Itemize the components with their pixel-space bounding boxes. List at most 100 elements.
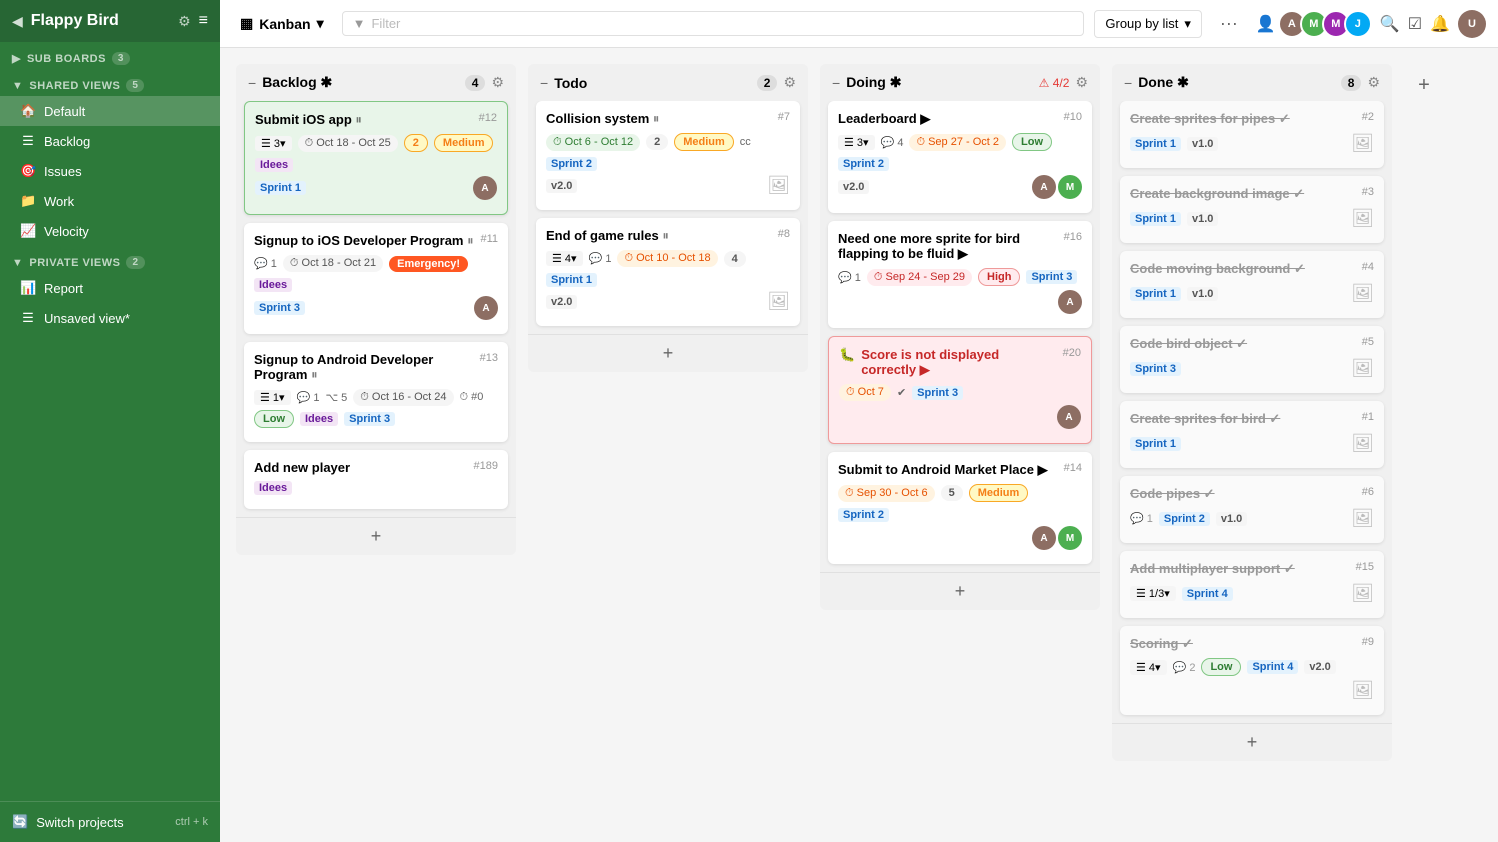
done6-img-icon: 🖼 [1351, 508, 1374, 528]
card-scoring[interactable]: Scoring ✓ #9 ☰ 4▾ 💬 2 Low Sprint 4 v2.0 … [1120, 626, 1384, 715]
doing4-avatar2: M [1058, 526, 1082, 550]
sidebar-item-velocity[interactable]: 📈 Velocity [0, 216, 220, 246]
card-end-of-game[interactable]: End of game rules ⏸ #8 ☰ 4▾ 💬 1 ⏱ Oct 10… [536, 218, 800, 326]
todo-add-card[interactable]: + [528, 334, 808, 372]
column-done-header: − Done ✱ 8 ⚙ [1112, 64, 1392, 101]
done8-img-icon: 🖼 [1351, 680, 1374, 700]
column-backlog-header: − Backlog ✱ 4 ⚙ [236, 64, 516, 101]
switch-projects[interactable]: 🔄 Switch projects ctrl + k [0, 801, 220, 842]
backlog-settings-icon[interactable]: ⚙ [491, 74, 504, 91]
add-column-button[interactable]: + [1404, 64, 1444, 97]
avatar-4: J [1344, 10, 1372, 38]
card-collision[interactable]: Collision system ⏸ #7 ⏱ Oct 6 - Oct 12 2… [536, 101, 800, 210]
bug-icon: 🐛 [839, 347, 855, 363]
sidebar-item-issues[interactable]: 🎯 Issues [0, 156, 220, 186]
back-arrow-icon[interactable]: ◀ [12, 13, 23, 30]
card-code-bird[interactable]: Code bird object ✓ #5 Sprint 3 🖼 [1120, 326, 1384, 393]
todo-collapse-icon[interactable]: − [540, 75, 548, 91]
topbar: ▦ Kanban ▾ ▼ Filter Group by list ▾ ··· … [220, 0, 1498, 48]
work-icon: 📁 [20, 193, 36, 209]
card-sprite-bird[interactable]: Need one more sprite for bird flapping t… [828, 221, 1092, 328]
issues-icon: 🎯 [20, 163, 36, 179]
card-background-image[interactable]: Create background image ✓ #3 Sprint 1 v1… [1120, 176, 1384, 243]
card-multiplayer[interactable]: Add multiplayer support ✓ #15 ☰ 1/3▾ Spr… [1120, 551, 1384, 618]
report-icon: 📊 [20, 280, 36, 296]
sidebar-item-default[interactable]: 🏠 Default [0, 96, 220, 126]
card-android-market[interactable]: Submit to Android Market Place ▶ #14 ⏱ S… [828, 452, 1092, 564]
task-icon[interactable]: ☑ [1408, 14, 1422, 34]
done-add-card[interactable]: + [1112, 723, 1392, 761]
column-todo: − Todo 2 ⚙ Collision system ⏸ #7 ⏱ Oct 6… [528, 64, 808, 372]
doing2-avatar1: A [1058, 290, 1082, 314]
more-options-button[interactable]: ··· [1212, 9, 1246, 38]
search-icon[interactable]: 🔍 [1380, 14, 1400, 34]
card-leaderboard[interactable]: Leaderboard ▶ #10 ☰ 3▾ 💬 4 ⏱ Sep 27 - Oc… [828, 101, 1092, 213]
doing-collapse-icon[interactable]: − [832, 75, 840, 91]
doing4-avatar1: A [1032, 526, 1056, 550]
done-cards: Create sprites for pipes ✓ #2 Sprint 1 v… [1112, 101, 1392, 723]
subboards-section[interactable]: ▶ SUB BOARDS 3 [0, 42, 220, 69]
avatar-card-2: A [474, 296, 498, 320]
todo-cards: Collision system ⏸ #7 ⏱ Oct 6 - Oct 12 2… [528, 101, 808, 334]
user-avatar[interactable]: U [1458, 10, 1486, 38]
column-todo-header: − Todo 2 ⚙ [528, 64, 808, 101]
velocity-icon: 📈 [20, 223, 36, 239]
gear-icon[interactable]: ⚙ [178, 13, 191, 30]
shared-views-section[interactable]: ▼ SHARED VIEWS 5 [0, 69, 220, 96]
backlog-cards: Submit iOS app ⏸ #12 ☰ 3▾ ⏱ Oct 18 - Oct… [236, 101, 516, 517]
card-create-sprites-bird[interactable]: Create sprites for bird ✓ #1 Sprint 1 🖼 [1120, 401, 1384, 468]
kanban-dropdown-icon: ▾ [317, 15, 324, 32]
done3-img-icon: 🖼 [1351, 283, 1374, 303]
filter-icon: ▼ [353, 16, 366, 31]
private-views-section[interactable]: ▼ PRIVATE VIEWS 2 [0, 246, 220, 273]
card-code-pipes[interactable]: Code pipes ✓ #6 💬 1 Sprint 2 v1.0 🖼 [1120, 476, 1384, 543]
unsaved-icon: ☰ [20, 310, 36, 326]
done4-img-icon: 🖼 [1351, 358, 1374, 378]
kanban-icon: ▦ [240, 15, 253, 32]
avatar-card-1: A [473, 176, 497, 200]
card-add-new-player[interactable]: Add new player #189 Idees [244, 450, 508, 509]
card-submit-ios[interactable]: Submit iOS app ⏸ #12 ☰ 3▾ ⏱ Oct 18 - Oct… [244, 101, 508, 215]
card-code-moving-bg[interactable]: Code moving background ✓ #4 Sprint 1 v1.… [1120, 251, 1384, 318]
backlog-add-card[interactable]: + [236, 517, 516, 555]
group-by-button[interactable]: Group by list ▾ [1094, 10, 1202, 38]
main-area: ▦ Kanban ▾ ▼ Filter Group by list ▾ ··· … [220, 0, 1498, 842]
doing-settings-icon[interactable]: ⚙ [1075, 74, 1088, 91]
card-signup-ios-dev[interactable]: Signup to iOS Developer Program ⏸ #11 💬 … [244, 223, 508, 334]
sidebar-item-backlog[interactable]: ☰ Backlog [0, 126, 220, 156]
todo-card2-img-icon: 🖼 [767, 291, 790, 311]
filter-input[interactable]: ▼ Filter [342, 11, 1085, 36]
board: − Backlog ✱ 4 ⚙ Submit iOS app ⏸ #12 ☰ 3… [220, 48, 1498, 842]
bell-icon[interactable]: 🔔 [1430, 14, 1450, 34]
done7-img-icon: 🖼 [1351, 583, 1374, 603]
menu-icon[interactable]: ≡ [199, 12, 208, 30]
column-doing-header: − Doing ✱ ⚠ 4/2 ⚙ [820, 64, 1100, 101]
kanban-view-button[interactable]: ▦ Kanban ▾ [232, 11, 332, 36]
group-by-dropdown-icon: ▾ [1184, 16, 1191, 32]
done-settings-icon[interactable]: ⚙ [1367, 74, 1380, 91]
list-icon: ☰ [20, 133, 36, 149]
backlog-collapse-icon[interactable]: − [248, 75, 256, 91]
doing-alert: ⚠ 4/2 [1039, 76, 1070, 90]
card-signup-android-dev[interactable]: Signup to Android Developer Program ⏸ #1… [244, 342, 508, 442]
avatar-group: A M M J [1284, 10, 1372, 38]
todo-settings-icon[interactable]: ⚙ [783, 74, 796, 91]
doing1-avatar1: A [1032, 175, 1056, 199]
done-collapse-icon[interactable]: − [1124, 75, 1132, 91]
project-title: Flappy Bird [31, 12, 170, 30]
column-doing: − Doing ✱ ⚠ 4/2 ⚙ Leaderboard ▶ #10 ☰ 3▾… [820, 64, 1100, 610]
sidebar-item-report[interactable]: 📊 Report [0, 273, 220, 303]
todo-card1-img-icon: 🖼 [767, 175, 790, 195]
doing3-avatar1: A [1057, 405, 1081, 429]
card-score-bug[interactable]: 🐛 Score is not displayed correctly ▶ #20… [828, 336, 1092, 444]
add-member-icon[interactable]: 👤 [1256, 14, 1276, 34]
home-icon: 🏠 [20, 103, 36, 119]
column-done: − Done ✱ 8 ⚙ Create sprites for pipes ✓ … [1112, 64, 1392, 761]
doing1-avatar2: M [1058, 175, 1082, 199]
card-create-sprites-pipes[interactable]: Create sprites for pipes ✓ #2 Sprint 1 v… [1120, 101, 1384, 168]
doing-add-card[interactable]: + [820, 572, 1100, 610]
topbar-right: 👤 A M M J 🔍 ☑ 🔔 U [1256, 10, 1486, 38]
sidebar-item-work[interactable]: 📁 Work [0, 186, 220, 216]
column-backlog: − Backlog ✱ 4 ⚙ Submit iOS app ⏸ #12 ☰ 3… [236, 64, 516, 555]
sidebar-item-unsaved[interactable]: ☰ Unsaved view* [0, 303, 220, 333]
